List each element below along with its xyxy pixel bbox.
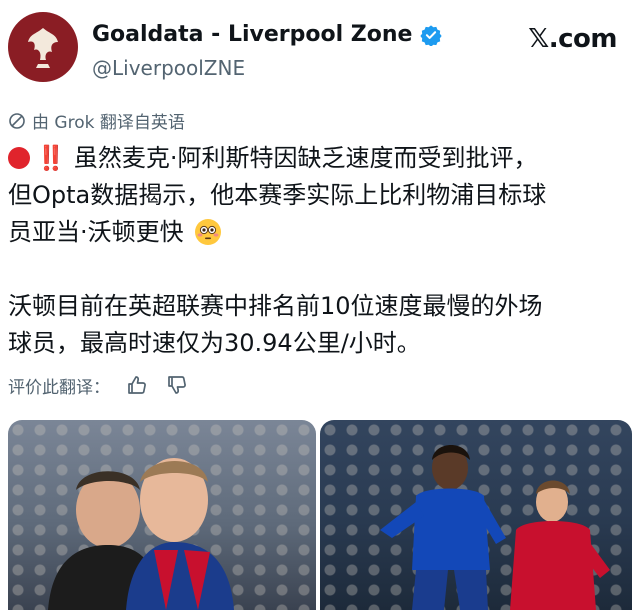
red-circle-icon <box>8 147 30 169</box>
tweet-line-4: 沃顿目前在英超联赛中排名前10位速度最慢的外场 <box>8 292 543 320</box>
thumbs-up-icon[interactable] <box>124 372 150 398</box>
display-name[interactable]: Goaldata - Liverpool Zone <box>92 22 412 47</box>
rate-translation-label: 评价此翻译： <box>8 377 110 398</box>
tweet-line-2: 但Opta数据揭示，他本赛季实际上比利物浦目标球 <box>8 181 547 209</box>
media-image-right[interactable] <box>320 420 632 610</box>
tweet-line-3: 员亚当·沃顿更快 <box>8 218 184 246</box>
double-exclamation-icon: ‼️ <box>36 144 66 172</box>
x-logo[interactable]: 𝕏.com <box>528 24 617 54</box>
rate-translation-row: 评价此翻译： <box>8 372 190 398</box>
translation-notice-text: 由 Grok 翻译自英语 <box>32 113 185 133</box>
tweet-paragraph-2: 沃顿目前在英超联赛中排名前10位速度最慢的外场 球员，最高时速仅为30.94公里… <box>8 288 630 362</box>
thumbs-down-icon[interactable] <box>164 372 190 398</box>
tweet-paragraph-1: ‼️ 虽然麦克·阿利斯特因缺乏速度而受到批评， 但Opta数据揭示，他本赛季实际上… <box>8 140 630 251</box>
avatar[interactable] <box>8 12 78 82</box>
translation-notice: 由 Grok 翻译自英语 <box>8 108 185 133</box>
translate-slash-icon <box>9 112 25 129</box>
account-handle[interactable]: @LiverpoolZNE <box>92 56 245 80</box>
liverbird-icon <box>28 28 58 68</box>
flushed-face-icon <box>195 219 222 245</box>
name-row: Goaldata - Liverpool Zone <box>92 22 443 47</box>
media-image-left[interactable] <box>8 420 316 610</box>
tweet-line-5: 球员，最高时速仅为30.94公里/小时。 <box>8 329 421 357</box>
tweet-text: ‼️ 虽然麦克·阿利斯特因缺乏速度而受到批评， 但Opta数据揭示，他本赛季实际上… <box>8 140 630 362</box>
verified-badge-icon <box>420 24 443 46</box>
photo-icon <box>380 445 610 610</box>
photo-icon <box>48 458 234 610</box>
tweet-line-1: 虽然麦克·阿利斯特因缺乏速度而受到批评， <box>73 144 538 172</box>
tweet-header: Goaldata - Liverpool Zone @LiverpoolZNE … <box>0 0 637 100</box>
